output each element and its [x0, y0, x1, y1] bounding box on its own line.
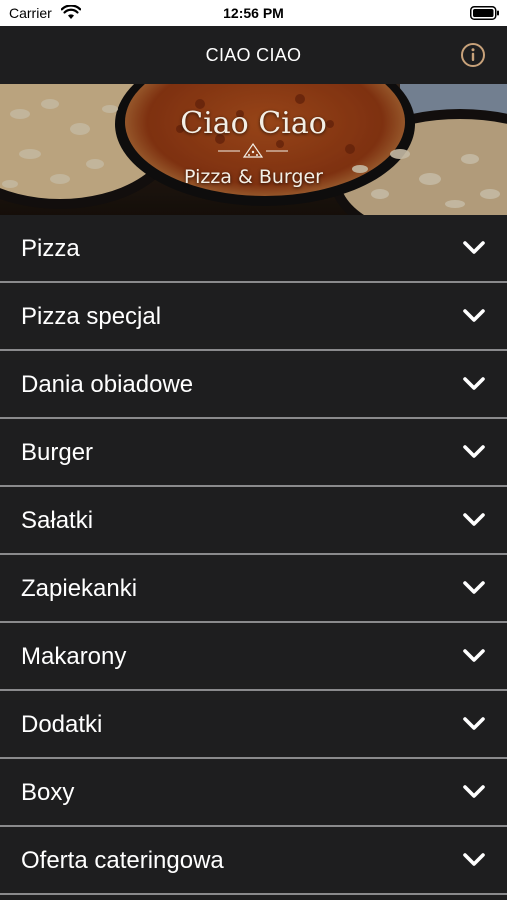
category-row[interactable]: Burger — [0, 419, 507, 487]
chevron-down-icon[interactable] — [462, 442, 486, 462]
category-label: Oferta cateringowa — [21, 847, 224, 874]
banner-image: Ciao Ciao Pizza & Burger — [0, 84, 507, 215]
category-label: Pizza specjal — [21, 303, 162, 330]
category-row[interactable]: Boxy — [0, 759, 507, 827]
category-row[interactable]: Oferta cateringowa — [0, 827, 507, 895]
pizza-ornament-icon — [218, 142, 288, 158]
category-row[interactable]: Pizza specjal — [0, 283, 507, 351]
chevron-down-icon[interactable] — [462, 714, 486, 734]
chevron-down-icon[interactable] — [462, 306, 486, 326]
category-label: Makarony — [21, 643, 127, 670]
category-label: Boxy — [21, 779, 75, 806]
chevron-down-icon[interactable] — [462, 510, 486, 530]
category-row[interactable]: Dodatki — [0, 691, 507, 759]
page-title: CIAO CIAO — [205, 45, 302, 65]
category-row[interactable]: Pizza — [0, 215, 507, 283]
battery-icon — [470, 6, 499, 20]
info-icon[interactable] — [460, 42, 486, 68]
category-row[interactable]: Dania obiadowe — [0, 351, 507, 419]
category-list: Pizza Pizza specjal Dania obiadowe Burger Sa… — [0, 215, 507, 895]
category-label: Sałatki — [21, 507, 94, 534]
clock: 12:56 PM — [223, 5, 284, 21]
chevron-down-icon[interactable] — [462, 646, 486, 666]
banner-title: Ciao Ciao — [180, 106, 327, 141]
status-bar: Carrier 12:56 PM — [0, 0, 507, 26]
chevron-down-icon[interactable] — [462, 850, 486, 870]
navigation-bar: CIAO CIAO — [0, 26, 507, 84]
chevron-down-icon[interactable] — [462, 374, 486, 394]
category-label: Dodatki — [21, 711, 103, 738]
category-label: Burger — [21, 439, 94, 466]
category-row[interactable]: Sałatki — [0, 487, 507, 555]
chevron-down-icon[interactable] — [462, 782, 486, 802]
banner-subtitle: Pizza & Burger — [184, 166, 323, 188]
chevron-down-icon[interactable] — [462, 238, 486, 258]
category-row[interactable]: Makarony — [0, 623, 507, 691]
category-label: Dania obiadowe — [21, 371, 194, 398]
category-label: Pizza — [21, 235, 80, 262]
category-row[interactable]: Zapiekanki — [0, 555, 507, 623]
category-label: Zapiekanki — [21, 575, 138, 602]
chevron-down-icon[interactable] — [462, 578, 486, 598]
